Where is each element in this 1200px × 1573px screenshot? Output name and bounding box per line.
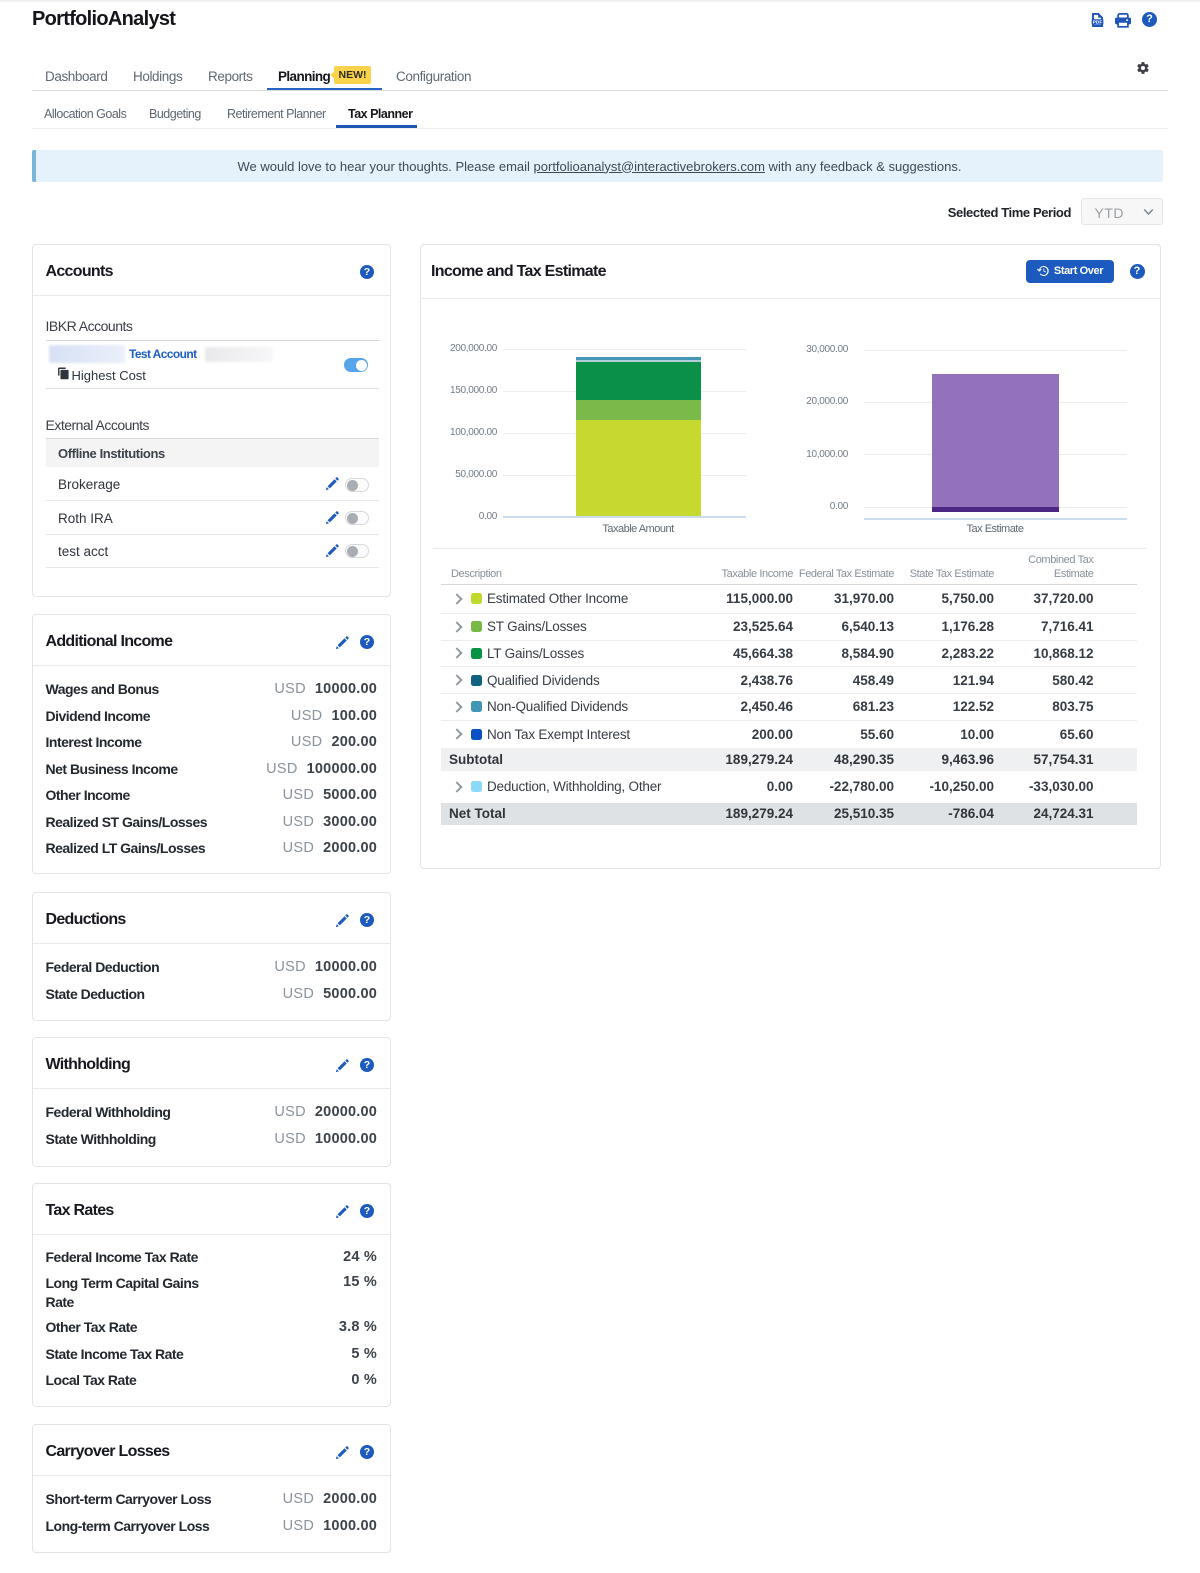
svg-text:PDF: PDF xyxy=(1093,20,1103,26)
